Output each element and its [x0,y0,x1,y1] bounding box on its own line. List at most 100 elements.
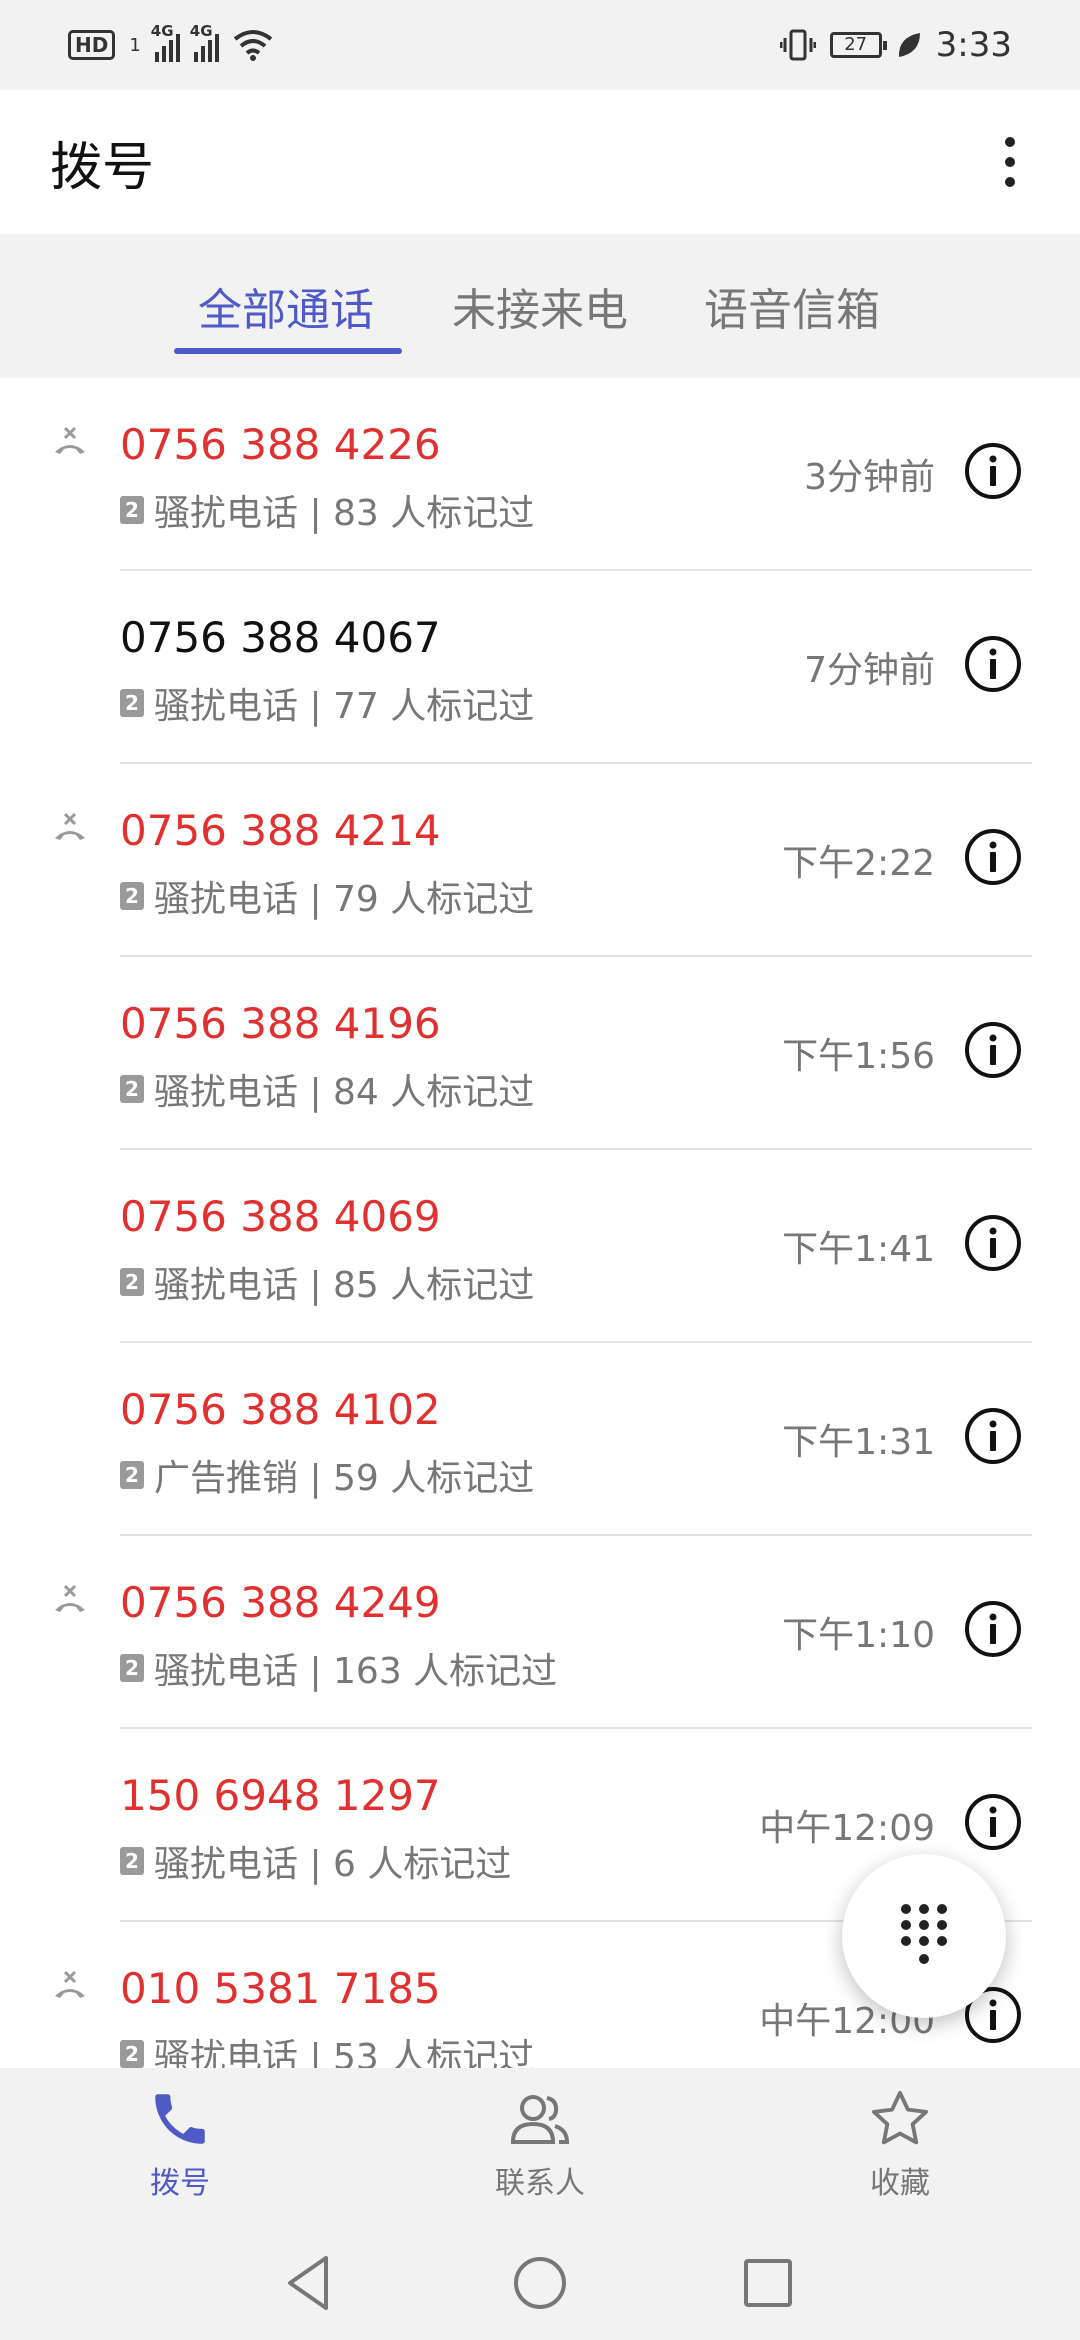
spam-label: 骚扰电话 | 77 人标记过 [154,686,535,727]
phone-number: 0756 388 4249 [120,1578,441,1627]
call-log-row[interactable]: 0756 388 4214 2 骚扰电话 | 79 人标记过 下午2:22 [0,764,1080,957]
call-log-row[interactable]: 0756 388 4249 2 骚扰电话 | 163 人标记过 下午1:10 [0,1536,1080,1729]
call-detail: 2 广告推销 | 59 人标记过 [120,1449,534,1501]
phone-number: 010 5381 7185 [120,1964,441,2013]
sim-index: 1 [129,34,141,56]
phone-number: 0756 388 4196 [120,999,441,1048]
sim-card-icon: 2 [120,2040,144,2068]
nav-label: 联系人 [495,2166,585,2201]
tab-missed-calls[interactable]: 未接来电 [452,274,628,338]
phone-number: 0756 388 4226 [120,420,441,469]
recents-icon[interactable] [733,2248,803,2318]
app-bar: 拨号 [0,90,1080,234]
battery-icon: 27 [829,32,887,58]
power-saving-leaf-icon [898,33,920,57]
hd-voice-indicator: HD [68,30,116,60]
tab-voicemail[interactable]: 语音信箱 [704,274,880,338]
dialpad-button[interactable] [842,1854,1006,2018]
signal-strength-icon: 4G [190,22,219,62]
home-icon[interactable] [505,2248,575,2318]
info-icon[interactable] [964,1214,1022,1272]
spam-label: 骚扰电话 | 79 人标记过 [154,879,535,920]
status-time: 3:33 [935,25,1012,65]
call-detail: 2 骚扰电话 | 77 人标记过 [120,677,534,729]
rejected-call-icon [55,1584,85,1612]
sim-card-icon: 2 [120,882,144,910]
call-detail: 2 骚扰电话 | 6 人标记过 [120,1835,511,1887]
sim-card-icon: 2 [120,1268,144,1296]
spam-label: 骚扰电话 | 53 人标记过 [154,2037,535,2068]
call-time: 中午12:09 [759,1808,935,1849]
wifi-icon [233,30,273,61]
call-filter-tabs: 全部通话 未接来电 语音信箱 [0,234,1080,378]
star-icon [871,2090,929,2145]
call-log-row[interactable]: 0756 388 4226 2 骚扰电话 | 83 人标记过 3分钟前 [0,378,1080,571]
system-navigation-bar [0,2228,1080,2340]
info-icon[interactable] [964,1600,1022,1658]
sim-card-icon: 2 [120,1075,144,1103]
spam-label: 骚扰电话 | 163 人标记过 [154,1651,558,1692]
status-bar: HD 1 4G 4G 27 3:33 [0,0,1080,90]
rejected-call-icon [55,426,85,454]
call-log-row[interactable]: 0756 388 4069 2 骚扰电话 | 85 人标记过 下午1:41 [0,1150,1080,1343]
more-options-icon[interactable] [990,127,1030,197]
info-icon[interactable] [964,1407,1022,1465]
network-type-label: 4G [189,22,213,40]
phone-number: 0756 388 4067 [120,613,441,662]
spam-label: 骚扰电话 | 6 人标记过 [154,1844,512,1885]
call-detail: 2 骚扰电话 | 84 人标记过 [120,1063,534,1115]
call-detail: 2 骚扰电话 | 79 人标记过 [120,870,534,922]
info-icon[interactable] [964,442,1022,500]
spam-label: 骚扰电话 | 83 人标记过 [154,493,535,534]
nav-contacts[interactable]: 联系人 [440,2086,640,2202]
vibrate-icon [779,29,816,61]
call-log-list[interactable]: 0756 388 4226 2 骚扰电话 | 83 人标记过 3分钟前 0756 388… [0,378,1080,2068]
bottom-navigation: 拨号 联系人 收藏 [0,2068,1080,2228]
phone-number: 0756 388 4102 [120,1385,441,1434]
active-tab-indicator [174,348,402,354]
call-log-row[interactable]: 0756 388 4196 2 骚扰电话 | 84 人标记过 下午1:56 [0,957,1080,1150]
phone-number: 150 6948 1297 [120,1771,441,1820]
info-icon[interactable] [964,1021,1022,1079]
sim-card-icon: 2 [120,689,144,717]
call-detail: 2 骚扰电话 | 163 人标记过 [120,1642,557,1694]
page-title: 拨号 [50,137,155,198]
nav-label: 收藏 [870,2166,930,2201]
call-log-row[interactable]: 0756 388 4102 2 广告推销 | 59 人标记过 下午1:31 [0,1343,1080,1536]
call-time: 7分钟前 [804,650,935,691]
call-detail: 2 骚扰电话 | 83 人标记过 [120,484,534,536]
spam-label: 骚扰电话 | 84 人标记过 [154,1072,535,1113]
info-icon[interactable] [964,828,1022,886]
signal-strength-icon: 4G [151,22,180,62]
sim-card-icon: 2 [120,496,144,524]
call-time: 下午1:41 [782,1229,935,1270]
spam-label: 广告推销 | 59 人标记过 [154,1458,535,1499]
tab-all-calls[interactable]: 全部通话 [198,274,374,338]
phone-icon [155,2094,205,2144]
sim-card-icon: 2 [120,1847,144,1875]
back-icon[interactable] [274,2248,344,2318]
rejected-call-icon [55,1970,85,1998]
nav-dialer[interactable]: 拨号 [80,2086,280,2202]
info-icon[interactable] [964,1793,1022,1851]
network-type-label: 4G [150,22,174,40]
call-time: 下午1:31 [782,1422,935,1463]
call-time: 下午2:22 [782,843,935,884]
dialpad-icon [901,1904,947,1964]
info-icon[interactable] [964,635,1022,693]
nav-favorites[interactable]: 收藏 [800,2086,1000,2202]
call-time: 下午1:10 [782,1615,935,1656]
nav-label: 拨号 [150,2166,210,2201]
status-bar-right: 27 3:33 [779,25,1012,65]
call-time: 3分钟前 [804,457,935,498]
contacts-icon [510,2095,570,2144]
rejected-call-icon [55,812,85,840]
call-detail: 2 骚扰电话 | 85 人标记过 [120,1256,534,1308]
call-detail: 2 骚扰电话 | 53 人标记过 [120,2028,534,2068]
phone-number: 0756 388 4214 [120,806,441,855]
sim-card-icon: 2 [120,1461,144,1489]
status-bar-left: HD 1 4G 4G [68,22,273,62]
spam-label: 骚扰电话 | 85 人标记过 [154,1265,535,1306]
phone-number: 0756 388 4069 [120,1192,441,1241]
call-log-row[interactable]: 0756 388 4067 2 骚扰电话 | 77 人标记过 7分钟前 [0,571,1080,764]
